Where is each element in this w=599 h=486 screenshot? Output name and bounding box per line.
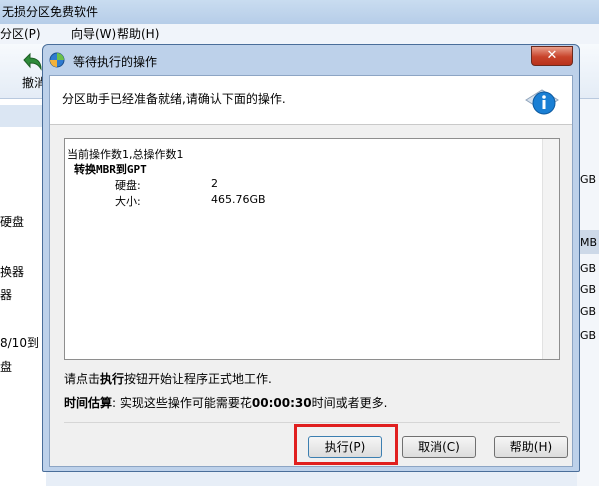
estimate-time: 00:00:30 <box>251 396 312 410</box>
left-label-disk2[interactable]: 盘 <box>0 358 12 375</box>
dialog-titlebar[interactable]: 等待执行的操作 ✕ <box>43 45 579 75</box>
execute-instruction: 请点击执行按钮开始让程序正式地工作. <box>64 370 272 387</box>
right-size-3: GB <box>580 262 597 275</box>
right-size-5: GB <box>580 305 597 318</box>
dialog-title: 等待执行的操作 <box>73 55 158 69</box>
operations-list[interactable]: 当前操作数1,总操作数1 转换MBR到GPT 硬盘: 2 大小: 465.76G… <box>64 138 560 360</box>
dialog-body: 分区助手已经准备就绪,请确认下面的操作. 当前操作数1,总操作数1 转换MBR到… <box>49 75 573 467</box>
right-size-2: MB <box>580 236 598 249</box>
menu-help[interactable]: 帮助(H) <box>117 24 159 44</box>
estimate-text-after: 时间或者更多. <box>311 396 388 410</box>
left-panel: 硬盘 换器 器 8/10到 盘 <box>0 99 47 486</box>
ops-operation-title: 转换MBR到GPT <box>74 163 147 176</box>
estimate-label: 时间估算 <box>64 396 113 410</box>
right-panel: GB MB GB GB GB GB <box>577 99 599 486</box>
dialog-header: 分区助手已经准备就绪,请确认下面的操作. <box>50 76 572 125</box>
estimate-text-before: : 实现这些操作可能需要花 <box>112 396 252 410</box>
left-label-converter[interactable]: 换器 <box>0 263 24 280</box>
right-size-1: GB <box>580 173 597 186</box>
undo-icon[interactable] <box>20 52 44 72</box>
left-label-migrate[interactable]: 8/10到 <box>0 334 39 351</box>
pending-operations-dialog: 等待执行的操作 ✕ 分区助手已经准备就绪,请确认下面的操作. 当前操作数1,总操… <box>42 44 580 472</box>
app-menu-bar: 分区(P) 向导(W) 帮助(H) <box>0 24 599 44</box>
time-estimate: 时间估算: 实现这些操作可能需要花00:00:30时间或者更多. <box>64 394 387 411</box>
close-button[interactable]: ✕ <box>531 46 573 66</box>
right-size-6: GB <box>580 329 597 342</box>
ops-row-value: 465.76GB <box>211 193 266 206</box>
cancel-button[interactable]: 取消(C) <box>402 436 476 458</box>
right-size-4: GB <box>580 283 597 296</box>
ops-scrollbar[interactable] <box>542 139 559 359</box>
ops-row-label: 大小: <box>115 195 141 208</box>
instruction-suffix: 按钮开始让程序正式地工作. <box>124 372 272 386</box>
dialog-header-text: 分区助手已经准备就绪,请确认下面的操作. <box>62 92 286 106</box>
app-title: 无损分区免费软件 <box>2 5 99 19</box>
help-button[interactable]: 帮助(H) <box>494 436 568 458</box>
close-icon: ✕ <box>546 48 558 63</box>
app-bottom-strip <box>46 470 577 486</box>
instruction-keyword: 执行 <box>100 372 125 386</box>
ops-summary: 当前操作数1,总操作数1 <box>67 148 184 161</box>
app-title-bar: 无损分区免费软件 <box>0 0 599 24</box>
dialog-separator <box>64 422 560 423</box>
menu-wizard[interactable]: 向导(W) <box>71 24 116 44</box>
app-logo-icon <box>49 52 65 68</box>
left-label-tool[interactable]: 器 <box>0 286 12 303</box>
highlight-box <box>294 424 398 465</box>
left-label-disk[interactable]: 硬盘 <box>0 213 24 230</box>
menu-partition[interactable]: 分区(P) <box>0 24 41 44</box>
info-icon <box>525 89 559 115</box>
ops-row-value: 2 <box>211 177 218 190</box>
ops-row-label: 硬盘: <box>115 179 141 192</box>
left-panel-header <box>0 105 46 127</box>
instruction-prefix: 请点击 <box>64 372 101 386</box>
